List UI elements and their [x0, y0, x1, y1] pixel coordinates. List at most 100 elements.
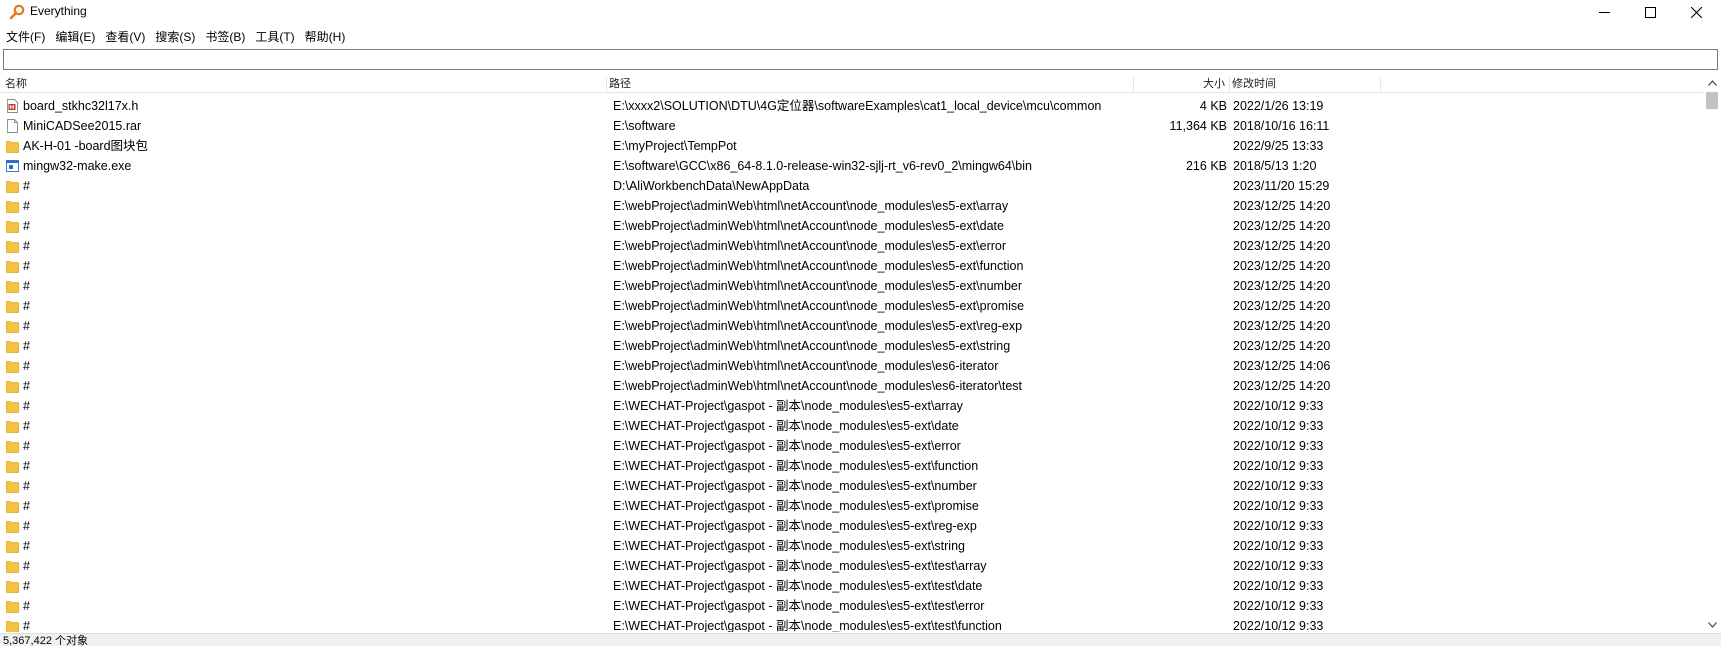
column-divider[interactable] [1380, 77, 1381, 93]
table-row[interactable]: # E:\webProject\adminWeb\html\netAccount\… [0, 316, 1703, 336]
table-row[interactable]: # E:\webProject\adminWeb\html\netAccount\… [0, 356, 1703, 376]
column-divider[interactable] [1229, 77, 1230, 93]
row-path: E:\WECHAT-Project\gaspot - 副本\node_modul… [613, 579, 983, 593]
maximize-button[interactable] [1627, 0, 1673, 24]
table-row[interactable]: # E:\webProject\adminWeb\html\netAccount\… [0, 216, 1703, 236]
table-row[interactable]: # E:\WECHAT-Project\gaspot - 副本\node_modu… [0, 596, 1703, 616]
row-name: # [23, 559, 30, 573]
row-size [1140, 436, 1227, 456]
row-modified: 2023/11/20 15:29 [1233, 179, 1330, 193]
table-row[interactable]: # E:\webProject\adminWeb\html\netAccount\… [0, 336, 1703, 356]
results-list: board_stkhc32l17x.h E:\xxxx2\SOLUTION\DTU… [0, 96, 1703, 632]
table-row[interactable]: # E:\WECHAT-Project\gaspot - 副本\node_modu… [0, 576, 1703, 596]
row-modified: 2022/10/12 9:33 [1233, 599, 1324, 613]
column-header-modified[interactable]: 修改时间 [1232, 75, 1276, 93]
row-size [1140, 456, 1227, 476]
table-row[interactable]: # D:\AliWorkbenchData\NewAppData 2023/11/2… [0, 176, 1703, 196]
table-row[interactable]: # E:\WECHAT-Project\gaspot - 副本\node_modu… [0, 476, 1703, 496]
scroll-down-button[interactable] [1703, 617, 1721, 633]
chevron-down-icon [1707, 622, 1717, 628]
menu-search[interactable]: 搜索(S) [150, 26, 200, 46]
table-row[interactable]: # E:\WECHAT-Project\gaspot - 副本\node_modu… [0, 456, 1703, 476]
minimize-button[interactable] [1581, 0, 1627, 24]
table-row[interactable]: # E:\webProject\adminWeb\html\netAccount\… [0, 236, 1703, 256]
object-count: 5,367,422 个对象 [3, 635, 88, 646]
menu-tools[interactable]: 工具(T) [250, 26, 299, 46]
menu-help[interactable]: 帮助(H) [300, 26, 351, 46]
table-row[interactable]: board_stkhc32l17x.h E:\xxxx2\SOLUTION\DTU… [0, 96, 1703, 116]
table-row[interactable]: AK-H-01 -board图块包 E:\myProject\TempPot 202… [0, 136, 1703, 156]
column-header-path[interactable]: 路径 [609, 75, 631, 93]
column-divider[interactable] [1133, 77, 1134, 93]
table-row[interactable]: # E:\webProject\adminWeb\html\netAccount\… [0, 376, 1703, 396]
folder-icon [6, 299, 19, 313]
row-size [1140, 276, 1227, 296]
table-row[interactable]: # E:\WECHAT-Project\gaspot - 副本\node_modu… [0, 496, 1703, 516]
table-row[interactable]: # E:\WECHAT-Project\gaspot - 副本\node_modu… [0, 536, 1703, 556]
row-modified: 2022/10/12 9:33 [1233, 619, 1324, 632]
maximize-icon [1644, 6, 1656, 18]
table-row[interactable]: # E:\WECHAT-Project\gaspot - 副本\node_modu… [0, 396, 1703, 416]
menu-bookmarks[interactable]: 书签(B) [200, 26, 250, 46]
close-button[interactable] [1673, 0, 1719, 24]
row-modified: 2022/10/12 9:33 [1233, 419, 1324, 433]
row-modified: 2022/10/12 9:33 [1233, 399, 1324, 413]
row-size [1140, 516, 1227, 536]
column-header-name[interactable]: 名称 [5, 75, 27, 93]
row-path: E:\myProject\TempPot [613, 139, 737, 153]
table-row[interactable]: # E:\WECHAT-Project\gaspot - 副本\node_modu… [0, 616, 1703, 632]
row-name: # [23, 599, 30, 613]
table-row[interactable]: # E:\WECHAT-Project\gaspot - 副本\node_modu… [0, 416, 1703, 436]
row-path: E:\webProject\adminWeb\html\netAccount\n… [613, 279, 1023, 293]
menu-file[interactable]: 文件(F) [1, 26, 50, 46]
status-bar: 5,367,422 个对象 [0, 633, 1721, 646]
row-modified: 2022/10/12 9:33 [1233, 479, 1324, 493]
table-row[interactable]: MiniCADSee2015.rar E:\software 11,364 KB 20… [0, 116, 1703, 136]
row-name: # [23, 199, 30, 213]
row-size [1140, 136, 1227, 156]
row-modified: 2023/12/25 14:20 [1233, 259, 1331, 273]
row-size [1140, 356, 1227, 376]
menu-view[interactable]: 查看(V) [100, 26, 150, 46]
search-input[interactable] [3, 49, 1718, 70]
row-path: E:\WECHAT-Project\gaspot - 副本\node_modul… [613, 519, 977, 533]
table-row[interactable]: # E:\webProject\adminWeb\html\netAccount\… [0, 196, 1703, 216]
row-size: 11,364 KB [1169, 119, 1227, 133]
row-path: E:\WECHAT-Project\gaspot - 副本\node_modul… [613, 419, 959, 433]
file-icon [6, 119, 19, 133]
table-row[interactable]: # E:\WECHAT-Project\gaspot - 副本\node_modu… [0, 556, 1703, 576]
row-name: board_stkhc32l17x.h [23, 99, 139, 113]
folder-icon [6, 499, 19, 513]
column-divider[interactable] [606, 77, 607, 93]
table-row[interactable]: # E:\webProject\adminWeb\html\netAccount\… [0, 296, 1703, 316]
scroll-thumb[interactable] [1706, 92, 1718, 109]
row-name: # [23, 479, 30, 493]
column-header-size[interactable]: 大小 [1136, 75, 1225, 93]
folder-icon [6, 379, 19, 393]
vertical-scrollbar[interactable] [1703, 75, 1721, 633]
row-path: E:\webProject\adminWeb\html\netAccount\n… [613, 379, 1023, 393]
folder-icon [6, 479, 19, 493]
column-header: 名称 路径 大小 修改时间 [0, 75, 1703, 93]
scroll-up-button[interactable] [1703, 75, 1721, 91]
row-name: # [23, 539, 30, 553]
row-name: # [23, 519, 30, 533]
row-modified: 2023/12/25 14:20 [1233, 319, 1331, 333]
row-modified: 2022/1/26 13:19 [1233, 99, 1324, 113]
row-size [1140, 416, 1227, 436]
row-path: D:\AliWorkbenchData\NewAppData [613, 179, 810, 193]
table-row[interactable]: # E:\WECHAT-Project\gaspot - 副本\node_modu… [0, 516, 1703, 536]
row-name: # [23, 419, 30, 433]
row-name: AK-H-01 -board图块包 [23, 139, 149, 153]
folder-icon [6, 459, 19, 473]
row-size [1140, 476, 1227, 496]
row-size [1140, 176, 1227, 196]
table-row[interactable]: # E:\webProject\adminWeb\html\netAccount\… [0, 256, 1703, 276]
table-row[interactable]: mingw32-make.exe E:\software\GCC\x86_64-8… [0, 156, 1703, 176]
table-row[interactable]: # E:\webProject\adminWeb\html\netAccount\… [0, 276, 1703, 296]
folder-icon [6, 579, 19, 593]
table-row[interactable]: # E:\WECHAT-Project\gaspot - 副本\node_modu… [0, 436, 1703, 456]
row-modified: 2023/12/25 14:20 [1233, 339, 1331, 353]
row-size [1140, 216, 1227, 236]
menu-edit[interactable]: 编辑(E) [50, 26, 100, 46]
